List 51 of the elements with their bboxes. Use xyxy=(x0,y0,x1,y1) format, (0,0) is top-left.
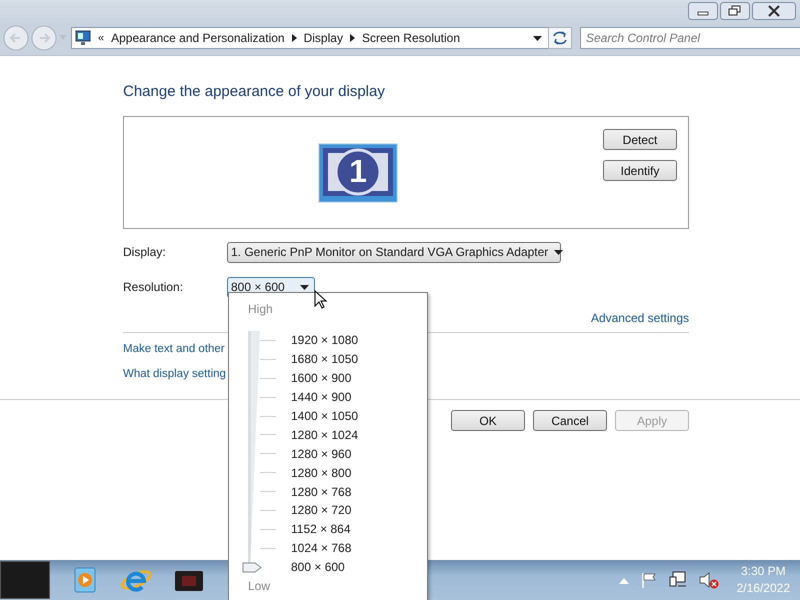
minimize-button[interactable] xyxy=(688,2,718,20)
breadcrumb-item[interactable]: Display xyxy=(304,31,343,45)
refresh-button[interactable] xyxy=(548,27,572,49)
high-label: High xyxy=(248,302,274,318)
resolution-option[interactable]: 1600 × 900 xyxy=(291,371,352,386)
help-link[interactable]: What display setting xyxy=(123,368,226,380)
close-button[interactable] xyxy=(752,2,796,20)
chevron-right-icon[interactable] xyxy=(292,34,297,42)
resolution-option[interactable]: 800 × 600 xyxy=(291,560,345,574)
chevron-right-icon[interactable] xyxy=(350,34,355,42)
start-button[interactable] xyxy=(0,561,50,599)
resolution-option[interactable]: 1440 × 900 xyxy=(291,390,352,404)
detect-button[interactable]: Detect xyxy=(603,129,677,150)
resolution-option[interactable]: 1680 × 1050 xyxy=(291,352,358,366)
resolution-option[interactable]: 1400 × 1050 xyxy=(291,409,358,423)
identify-button[interactable]: Identify xyxy=(603,160,677,181)
slider-thumb[interactable] xyxy=(242,562,262,573)
advanced-settings-link[interactable]: Advanced settings xyxy=(590,311,689,325)
media-player-icon[interactable] xyxy=(72,566,98,594)
slider-track[interactable] xyxy=(248,331,260,563)
dropdown-arrow-icon[interactable] xyxy=(533,36,542,40)
help-link[interactable]: Make text and other xyxy=(123,343,225,355)
dropdown-arrow-icon[interactable] xyxy=(554,250,564,254)
restore-button[interactable] xyxy=(720,2,750,20)
search-field[interactable]: Search Control Panel xyxy=(580,27,800,49)
monitor-number: 1 xyxy=(348,152,368,191)
monitor-icon xyxy=(75,30,91,46)
resolution-option[interactable]: 1152 × 864 xyxy=(291,522,351,536)
resolution-option[interactable]: 1280 × 800 xyxy=(291,466,352,480)
resolution-option[interactable]: 1280 × 720 xyxy=(291,503,352,518)
volume-muted-icon[interactable] xyxy=(698,571,719,589)
resolution-option[interactable]: 1920 × 1080 xyxy=(291,333,358,348)
dropdown-arrow-icon[interactable] xyxy=(300,284,309,290)
low-label: Low xyxy=(248,578,272,595)
flag-icon[interactable] xyxy=(640,572,657,588)
resolution-option[interactable]: 1280 × 1024 xyxy=(291,428,358,442)
ok-button[interactable]: OK xyxy=(451,410,525,431)
display-dropdown[interactable]: 1. Generic PnP Monitor on Standard VGA Graphics Adapter xyxy=(227,242,561,262)
cancel-button[interactable]: Cancel xyxy=(533,410,607,431)
breadcrumb-item[interactable]: Appearance and Personalization xyxy=(111,31,285,45)
field-label: Display: xyxy=(123,245,167,259)
network-icon[interactable] xyxy=(668,571,687,589)
resolution-option[interactable]: 1024 × 768 xyxy=(291,541,352,556)
field-label: Resolution: xyxy=(123,280,184,294)
breadcrumb-overflow[interactable]: « xyxy=(98,32,104,44)
breadcrumb-item[interactable]: Screen Resolution xyxy=(362,31,460,45)
address-bar[interactable]: « Appearance and Personalization Display Screen Resolution xyxy=(71,27,549,49)
resolution-option[interactable]: 1280 × 768 xyxy=(291,484,352,499)
page-heading: Change the appearance of your display xyxy=(123,83,386,102)
numbered-monitor-icon[interactable] xyxy=(318,143,398,203)
resolution-option[interactable]: 1280 × 960 xyxy=(291,446,352,461)
